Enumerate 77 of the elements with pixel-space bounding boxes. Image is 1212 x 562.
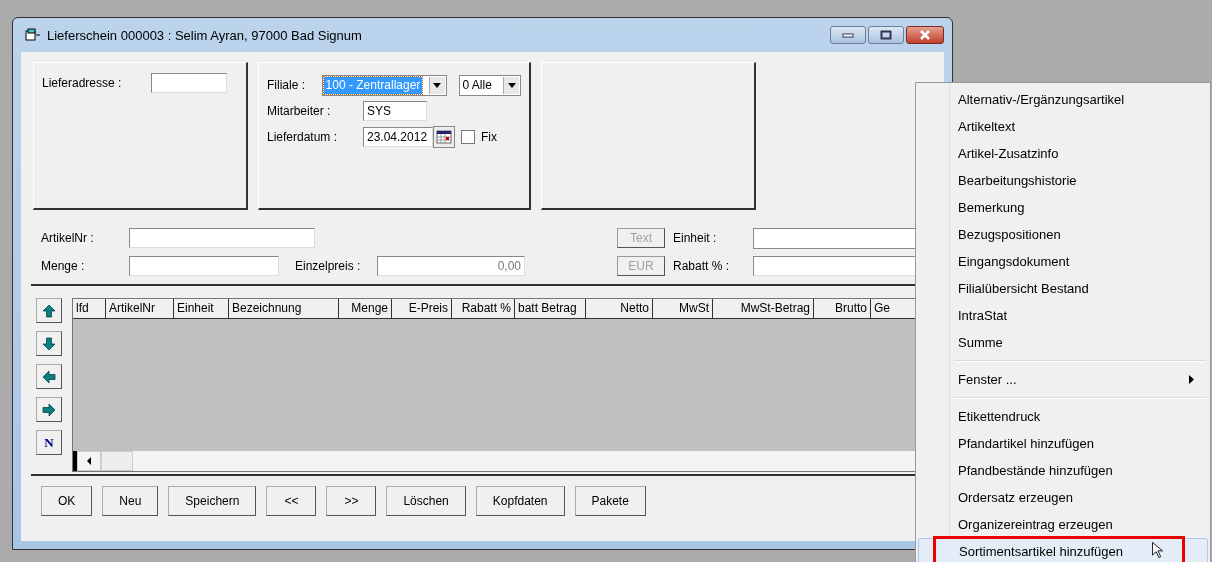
field-label: Rabatt % :	[673, 259, 731, 273]
action-button[interactable]: Kopfdaten	[475, 486, 565, 516]
column-header[interactable]: E-Preis	[392, 299, 452, 318]
move-right-button[interactable]	[36, 397, 62, 422]
scrollbar-thumb[interactable]	[101, 451, 133, 471]
arrow-left-icon	[42, 369, 56, 384]
field-label: Filiale :	[267, 78, 306, 92]
arrow-right-icon	[42, 402, 56, 417]
column-header[interactable]: Rabatt %	[452, 299, 515, 318]
action-button[interactable]: OK	[41, 486, 93, 516]
menu-item[interactable]: Etikettendruck	[918, 403, 1208, 430]
action-button[interactable]: Pakete	[574, 486, 646, 516]
field-label: Menge :	[41, 259, 86, 273]
field-label: Lieferadresse :	[42, 76, 122, 90]
maximize-icon	[880, 30, 892, 40]
menu-item[interactable]: Ordersatz erzeugen	[918, 484, 1208, 511]
submenu-arrow-icon	[1189, 375, 1194, 384]
delivery-address-field[interactable]	[151, 73, 228, 93]
column-header[interactable]: batt Betrag	[515, 299, 586, 318]
minimize-icon	[842, 32, 854, 38]
action-button[interactable]: Speichern	[168, 486, 257, 516]
menu-item[interactable]: Pfandbestände hinzufügen	[918, 457, 1208, 484]
delivery-date-field[interactable]: 23.04.2012	[363, 127, 433, 147]
menu-item[interactable]: Bemerkung	[918, 194, 1208, 221]
field-label: Einzelpreis :	[295, 259, 362, 273]
column-header[interactable]: ArtikelNr	[106, 299, 174, 318]
field-label: Mitarbeiter :	[267, 104, 332, 118]
menu-item[interactable]: Eingangsdokument	[918, 248, 1208, 275]
quantity-field[interactable]	[129, 256, 279, 276]
menu-item[interactable]: Fenster ...	[918, 366, 1208, 393]
menu-item[interactable]: Artikel-Zusatzinfo	[918, 140, 1208, 167]
column-header[interactable]: Brutto	[814, 299, 871, 318]
window-app-icon	[25, 28, 41, 42]
action-button[interactable]: <<	[266, 486, 317, 516]
maximize-button[interactable]	[868, 26, 904, 44]
column-header[interactable]: Netto	[586, 299, 653, 318]
column-header[interactable]: Bezeichnung	[229, 299, 339, 318]
menu-item[interactable]: Bezugspositionen	[918, 221, 1208, 248]
article-number-field[interactable]	[129, 228, 315, 248]
dropdown-arrow-icon	[507, 82, 516, 88]
menu-item[interactable]: Organizereintrag erzeugen	[918, 511, 1208, 538]
unit-price-field[interactable]: 0,00	[377, 256, 525, 276]
menu-item[interactable]: Bearbeitungshistorie	[918, 167, 1208, 194]
action-button[interactable]: Neu	[102, 486, 159, 516]
menu-item[interactable]: Alternativ-/Ergänzungsartikel	[918, 86, 1208, 113]
arrow-down-icon	[42, 336, 56, 351]
column-header[interactable]: MwSt-Betrag	[713, 299, 814, 318]
menu-item[interactable]: Pfandartikel hinzufügen	[918, 430, 1208, 457]
close-icon	[919, 30, 931, 40]
employee-field[interactable]: SYS	[363, 101, 427, 121]
move-left-button[interactable]	[36, 364, 62, 389]
menu-item[interactable]: Filialübersicht Bestand	[918, 275, 1208, 302]
new-row-button[interactable]: N	[36, 430, 62, 455]
dropdown-arrow-icon	[433, 82, 441, 88]
scroll-left-icon	[87, 457, 91, 465]
field-label: Lieferdatum :	[267, 130, 339, 144]
column-header[interactable]: MwSt	[653, 299, 713, 318]
field-label: ArtikelNr :	[41, 231, 95, 245]
mouse-cursor-icon	[1152, 542, 1163, 558]
column-header[interactable]: Menge	[339, 299, 392, 318]
field-label: Einheit :	[673, 231, 718, 245]
column-header[interactable]: lfd	[73, 299, 106, 318]
menu-item[interactable]: Artikeltext	[918, 113, 1208, 140]
action-button[interactable]: >>	[326, 486, 377, 516]
close-button[interactable]	[906, 26, 944, 44]
column-header[interactable]: Einheit	[174, 299, 229, 318]
move-down-button[interactable]	[36, 331, 62, 356]
calendar-button[interactable]	[433, 126, 455, 148]
menu-item[interactable]: Summe	[918, 329, 1208, 356]
filter-dropdown[interactable]: 0 Alle	[458, 74, 521, 96]
checkbox-label: Fix	[481, 130, 497, 144]
arrow-up-icon	[42, 303, 56, 318]
menu-item[interactable]: Sortimentsartikel hinzufügen	[918, 538, 1208, 562]
window-title: Lieferschein 000003 : Selim Ayran, 97000 Bad Signum	[47, 27, 363, 43]
fix-checkbox[interactable]	[461, 130, 475, 144]
move-up-button[interactable]	[36, 298, 62, 323]
action-button[interactable]: Löschen	[386, 486, 466, 516]
